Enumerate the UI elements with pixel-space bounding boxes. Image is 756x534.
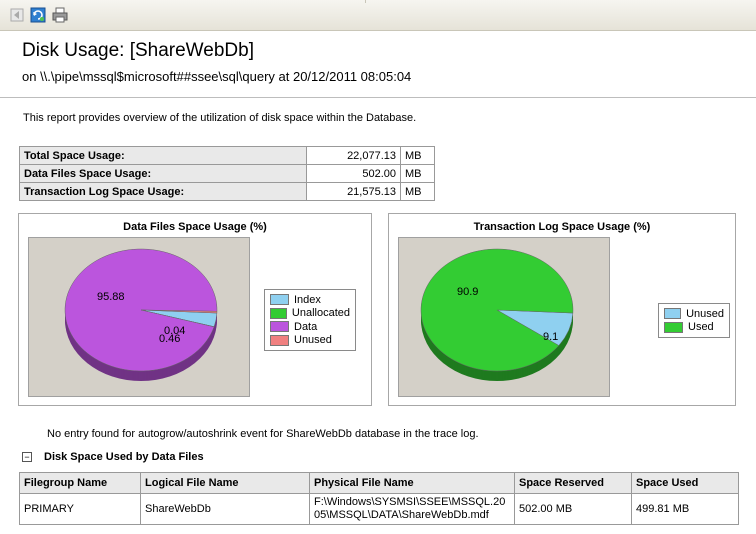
column-header: Logical File Name <box>140 472 310 494</box>
legend-swatch <box>270 294 289 306</box>
summary-unit: MB <box>400 164 435 183</box>
table-cell: 499.81 MB <box>631 493 739 525</box>
table-cell: PRIMARY <box>19 493 141 525</box>
column-header: Space Used <box>631 472 739 494</box>
collapse-toggle[interactable]: − <box>22 452 32 462</box>
chart-plot-area: 95.88 0.04 0.46 <box>28 237 250 397</box>
header-divider <box>0 97 756 98</box>
legend-item: Index <box>270 293 350 307</box>
transaction-log-chart: Transaction Log Space Usage (%) 90.9 9.1 … <box>388 213 736 406</box>
page-title: Disk Usage: [ShareWebDb] <box>22 40 254 61</box>
data-files-chart: Data Files Space Usage (%) 95.88 0.04 0.46… <box>18 213 372 406</box>
summary-row: Total Space Usage: 22,077.13 MB <box>19 146 435 165</box>
legend-swatch <box>664 321 683 333</box>
page-subtitle: on \\.\pipe\mssql$microsoft##ssee\sql\qu… <box>22 69 412 84</box>
summary-unit: MB <box>400 146 435 165</box>
pie-slice-used <box>420 248 574 372</box>
legend-item: Used <box>664 321 724 335</box>
column-header: Filegroup Name <box>19 472 141 494</box>
column-header: Physical File Name <box>309 472 515 494</box>
autogrow-note: No entry found for autogrow/autoshrink e… <box>47 428 479 440</box>
report-toolbar <box>0 0 756 31</box>
transaction-log-pie: 90.9 9.1 <box>420 248 574 381</box>
legend-label: Used <box>688 321 714 334</box>
summary-table: Total Space Usage: 22,077.13 MB Data Fil… <box>19 146 435 201</box>
table-cell: F:\Windows\SYSMSI\SSEE\MSSQL.2005\MSSQL\… <box>309 493 515 525</box>
legend-item: Unused <box>664 307 724 321</box>
chart-plot-area: 90.9 9.1 <box>398 237 610 397</box>
summary-label: Data Files Space Usage: <box>19 164 307 183</box>
legend-label: Index <box>294 293 321 306</box>
data-files-table: Filegroup Name Logical File Name Physica… <box>19 472 739 525</box>
chart-legend: Unused Used <box>658 303 730 338</box>
legend-swatch <box>270 334 289 346</box>
legend-item: Unused <box>270 334 350 348</box>
toolbar-separator <box>365 0 366 3</box>
back-icon[interactable] <box>8 6 26 24</box>
table-header-row: Filegroup Name Logical File Name Physica… <box>19 472 739 494</box>
table-cell: ShareWebDb <box>140 493 310 525</box>
legend-label: Unused <box>686 307 724 320</box>
summary-label: Transaction Log Space Usage: <box>19 182 307 201</box>
summary-unit: MB <box>400 182 435 201</box>
chart-title: Data Files Space Usage (%) <box>123 221 267 233</box>
table-cell: 502.00 MB <box>514 493 632 525</box>
table-row: PRIMARY ShareWebDb F:\Windows\SYSMSI\SSE… <box>19 493 739 525</box>
summary-row: Transaction Log Space Usage: 21,575.13 M… <box>19 182 435 201</box>
summary-label: Total Space Usage: <box>19 146 307 165</box>
legend-label: Unallocated <box>291 307 350 320</box>
summary-value: 21,575.13 <box>306 182 401 201</box>
legend-item: Data <box>270 320 350 334</box>
summary-row: Data Files Space Usage: 502.00 MB <box>19 164 435 183</box>
legend-label: Data <box>294 320 318 333</box>
section-title: Disk Space Used by Data Files <box>44 451 204 463</box>
print-icon[interactable] <box>51 6 69 24</box>
pie-data-label: 95.88 <box>97 291 125 303</box>
chart-title: Transaction Log Space Usage (%) <box>473 221 651 233</box>
pie-data-label: 0.46 <box>159 333 180 345</box>
refresh-icon[interactable] <box>29 6 47 24</box>
legend-swatch <box>664 308 682 320</box>
legend-swatch <box>270 321 289 333</box>
data-files-pie: 95.880.040.46 <box>64 248 218 381</box>
legend-label: Unused <box>294 334 332 347</box>
section-header: − Disk Space Used by Data Files <box>22 451 204 463</box>
legend-item: Unallocated <box>270 307 350 321</box>
chart-legend: Index Unallocated Data Unused <box>264 289 356 351</box>
column-header: Space Reserved <box>514 472 632 494</box>
pie-data-label: 9.1 <box>543 331 558 343</box>
pie-data-label: 90.9 <box>457 286 478 298</box>
summary-value: 502.00 <box>306 164 401 183</box>
legend-swatch <box>270 307 287 319</box>
summary-value: 22,077.13 <box>306 146 401 165</box>
report-description: This report provides overview of the uti… <box>23 112 417 124</box>
